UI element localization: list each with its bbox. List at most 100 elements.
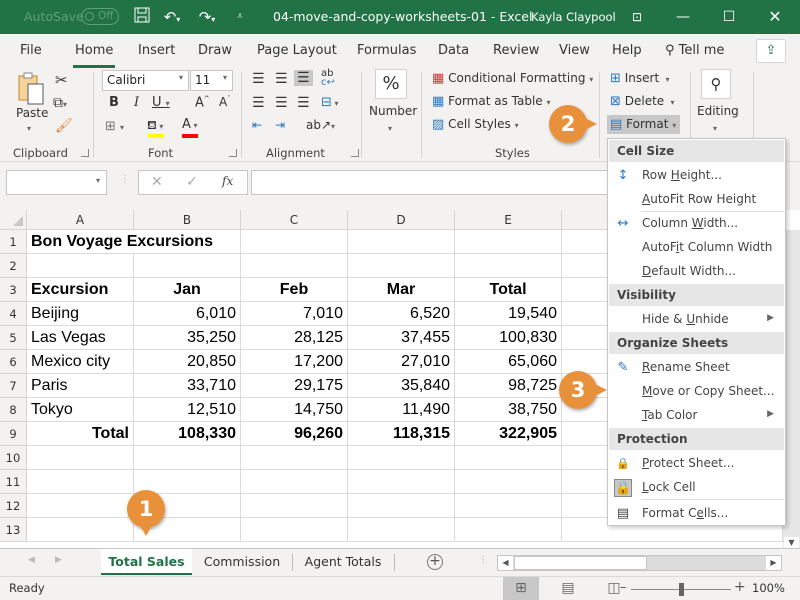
cell-B7[interactable]: 33,710 [134, 374, 241, 398]
cell-A4[interactable]: Beijing [27, 302, 134, 326]
column-header-c[interactable]: C [241, 210, 348, 230]
alignment-launcher[interactable] [351, 149, 359, 157]
scroll-right-button[interactable]: ▶ [766, 556, 781, 570]
cell-D5[interactable]: 37,455 [348, 326, 455, 350]
row-header-11[interactable]: 11 [0, 470, 27, 494]
scroll-left-button[interactable]: ◀ [498, 556, 513, 570]
cell-C6[interactable]: 17,200 [241, 350, 348, 374]
align-left-icon[interactable]: ☰ [252, 95, 265, 111]
cell-C3[interactable]: Feb [241, 278, 348, 302]
tab-splitter[interactable]: ⋮ [478, 555, 488, 566]
minimize-icon[interactable]: — [660, 0, 706, 34]
font-name-combo[interactable]: Calibri ▾ [102, 70, 189, 91]
cell-D1[interactable] [348, 230, 455, 254]
cell-A8[interactable]: Tokyo [27, 398, 134, 422]
cell-B6[interactable]: 20,850 [134, 350, 241, 374]
sheet-tab-commission[interactable]: Commission [194, 549, 290, 575]
name-box[interactable]: ▾ [6, 170, 107, 195]
next-sheet-icon[interactable]: ▶ [55, 555, 62, 565]
menu-item-move-or-copy-sheet[interactable]: Move or Copy Sheet... [609, 380, 784, 404]
prev-sheet-icon[interactable]: ◀ [28, 555, 35, 565]
tab-view[interactable]: View [559, 43, 590, 58]
menu-item-default-width[interactable]: Default Width... [609, 260, 784, 284]
cell-D3[interactable]: Mar [348, 278, 455, 302]
cell-A12[interactable] [27, 494, 134, 518]
menu-item-autofit-column-width[interactable]: AutoFit Column Width [609, 236, 784, 260]
page-break-view-button[interactable]: ◫ [596, 577, 632, 600]
cell-C11[interactable] [241, 470, 348, 494]
cell-E13[interactable] [455, 518, 562, 542]
share-button[interactable]: ⇪ [756, 39, 786, 63]
row-header-10[interactable]: 10 [0, 446, 27, 470]
cut-icon[interactable]: ✂ [55, 71, 68, 89]
delete-cells-button[interactable]: ⊠ Delete ▾ [610, 94, 675, 109]
cancel-icon[interactable]: ✕ [151, 174, 163, 190]
format-cells-button[interactable]: ▤ Format ▾ [607, 115, 681, 134]
horizontal-scrollbar[interactable]: ◀ ▶ [497, 555, 782, 571]
row-header-6[interactable]: 6 [0, 350, 27, 374]
cell-C9[interactable]: 96,260 [241, 422, 348, 446]
ribbon-display-icon[interactable]: ⊡ [614, 0, 660, 34]
page-layout-view-button[interactable]: ▤ [550, 577, 586, 600]
cell-A2[interactable] [27, 254, 134, 278]
row-header-5[interactable]: 5 [0, 326, 27, 350]
cell-E5[interactable]: 100,830 [455, 326, 562, 350]
wrap-text-icon[interactable]: ab c↩ [321, 69, 335, 88]
copy-icon[interactable]: ⧉▾ [53, 95, 67, 111]
align-middle-icon[interactable]: ☰ [275, 71, 288, 87]
increase-font-icon[interactable]: A^ [195, 95, 210, 110]
close-icon[interactable]: ✕ [752, 0, 798, 34]
menu-item-tab-color[interactable]: Tab Color ▶ [609, 404, 784, 428]
cell-C12[interactable] [241, 494, 348, 518]
menu-item-protect-sheet[interactable]: 🔒 Protect Sheet... [609, 452, 784, 476]
menu-item-format-cells[interactable]: ▤ Format Cells... [609, 502, 784, 526]
editing-button[interactable]: ⚲ [701, 69, 731, 99]
cell-D12[interactable] [348, 494, 455, 518]
cell-styles-button[interactable]: ▨ Cell Styles ▾ [432, 117, 519, 132]
underline-button[interactable]: U ▾ [152, 95, 170, 110]
insert-cells-button[interactable]: ⊞ Insert ▾ [610, 71, 670, 86]
cell-E8[interactable]: 38,750 [455, 398, 562, 422]
row-header-1[interactable]: 1 [0, 230, 27, 254]
conditional-formatting-button[interactable]: ▦ Conditional Formatting ▾ [432, 71, 593, 86]
zoom-out-button[interactable]: – [620, 580, 627, 595]
tell-me-search[interactable]: ⚲ Tell me [665, 43, 724, 58]
tab-page-layout[interactable]: Page Layout [257, 43, 337, 58]
cell-A9[interactable]: Total [27, 422, 134, 446]
cell-E7[interactable]: 98,725 [455, 374, 562, 398]
decrease-indent-icon[interactable]: ⇤ [252, 118, 262, 132]
cell-D7[interactable]: 35,840 [348, 374, 455, 398]
row-header-9[interactable]: 9 [0, 422, 27, 446]
menu-item-rename-sheet[interactable]: ✎ Rename Sheet [609, 356, 784, 380]
undo-icon[interactable]: ↶▾ [161, 7, 183, 27]
editing-dropdown[interactable]: ▾ [713, 124, 717, 133]
formula-bar-splitter[interactable]: ⋮ [120, 174, 130, 185]
cell-B9[interactable]: 108,330 [134, 422, 241, 446]
zoom-level[interactable]: 100% [752, 581, 785, 595]
cell-C10[interactable] [241, 446, 348, 470]
tab-file[interactable]: File [20, 43, 42, 58]
paste-button[interactable] [17, 72, 47, 109]
cell-A10[interactable] [27, 446, 134, 470]
row-header-4[interactable]: 4 [0, 302, 27, 326]
cell-C1[interactable] [241, 230, 348, 254]
formula-input[interactable] [251, 170, 611, 195]
cell-A7[interactable]: Paris [27, 374, 134, 398]
paste-dropdown[interactable]: ▾ [27, 124, 31, 133]
scroll-down-button[interactable]: ▼ [784, 537, 799, 548]
user-name[interactable]: Kayla Claypool [531, 10, 616, 24]
cell-A11[interactable] [27, 470, 134, 494]
font-size-combo[interactable]: 11 ▾ [190, 70, 233, 91]
cell-E12[interactable] [455, 494, 562, 518]
row-header-3[interactable]: 3 [0, 278, 27, 302]
borders-icon[interactable]: ⊞ ▾ [105, 119, 124, 134]
row-header-13[interactable]: 13 [0, 518, 27, 542]
customize-qat-icon[interactable]: ⩡ [229, 7, 251, 27]
align-bottom-icon[interactable]: ☰ [294, 70, 313, 86]
tab-help[interactable]: Help [612, 43, 642, 58]
horizontal-scroll-thumb[interactable] [514, 556, 647, 570]
autosave-toggle[interactable]: Off [81, 8, 119, 25]
cell-B3[interactable]: Jan [134, 278, 241, 302]
cell-A3[interactable]: Excursion [27, 278, 134, 302]
tab-draw[interactable]: Draw [198, 43, 232, 58]
